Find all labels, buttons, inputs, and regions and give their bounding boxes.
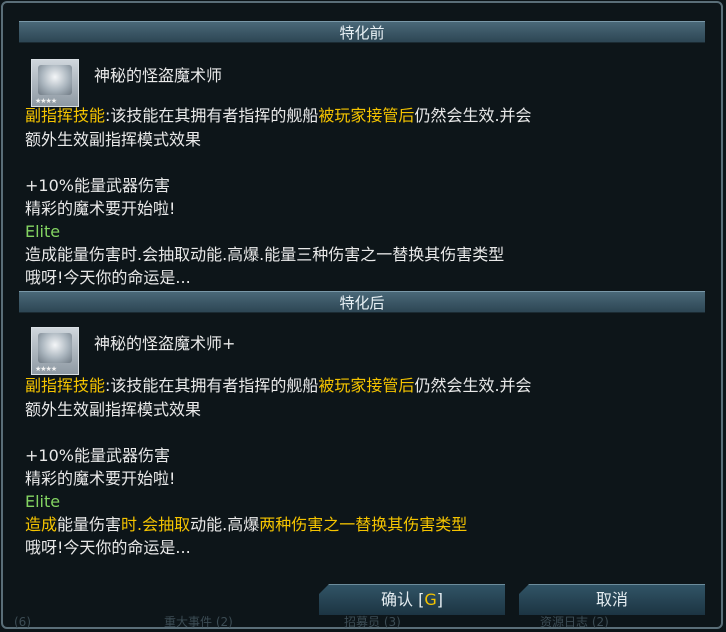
highlight-text: 被玩家接管后: [318, 106, 415, 125]
elite-label: Elite: [25, 222, 61, 241]
text-segment: 能量伤害: [57, 515, 122, 534]
background-tab-strip: (6) 重大事件 (2) 招募员 (3) 资源日志 (2): [8, 614, 716, 630]
flavor-line: 精彩的魔术要开始啦!: [25, 199, 176, 218]
elite-effect-line: 造成能量伤害时.会抽取动能.高爆两种伤害之一替换其伤害类型: [25, 513, 467, 537]
highlight-text: 被玩家接管后: [318, 376, 415, 395]
description-line: 副指挥技能:该技能在其拥有者指挥的舰船被玩家接管后仍然会生效.并会: [25, 104, 532, 128]
background-tab: 招募员 (3): [344, 615, 401, 629]
highlight-text: 副指挥技能: [25, 106, 106, 125]
background-tab: 重大事件 (2): [164, 615, 233, 629]
text-segment: 仍然会生效.并会: [414, 376, 532, 395]
highlight-text: 造成: [25, 515, 58, 534]
text-segment: 动能.高爆: [190, 515, 260, 534]
before-card: ★★★★ 神秘的怪盗魔术师 副指挥技能:该技能在其拥有者指挥的舰船被玩家接管后仍…: [19, 59, 705, 289]
description-line: 额外生效副指挥模式效果: [25, 400, 202, 419]
skill-name: 神秘的怪盗魔术师: [94, 66, 223, 85]
skill-portrait-icon: ★★★★: [31, 327, 79, 375]
elite-label: Elite: [25, 492, 61, 511]
confirm-button[interactable]: 确认 [G]: [319, 584, 505, 615]
bonus-line: +10%能量武器伤害: [25, 176, 170, 195]
after-card: ★★★★ 神秘的怪盗魔术师+ 副指挥技能:该技能在其拥有者指挥的舰船被玩家接管后…: [19, 327, 705, 567]
bonus-line: +10%能量武器伤害: [25, 446, 170, 465]
text-segment: :该技能在其拥有者指挥的舰船: [105, 106, 319, 125]
confirm-label: 确认 [: [381, 590, 425, 609]
text-segment: :该技能在其拥有者指挥的舰船: [105, 376, 319, 395]
skill-portrait-icon: ★★★★: [31, 59, 79, 107]
before-header: 特化前: [19, 21, 705, 43]
skill-name: 神秘的怪盗魔术师+: [94, 334, 236, 353]
flavor-line: 哦呀!今天你的命运是...: [25, 538, 191, 557]
highlight-text: 副指挥技能: [25, 376, 106, 395]
highlight-text: 时.会抽取: [121, 515, 191, 534]
after-header: 特化后: [19, 291, 705, 313]
description-line: 副指挥技能:该技能在其拥有者指挥的舰船被玩家接管后仍然会生效.并会: [25, 374, 532, 398]
background-tab: 资源日志 (2): [540, 615, 609, 629]
elite-effect-line: 造成能量伤害时.会抽取动能.高爆.能量三种伤害之一替换其伤害类型: [25, 245, 505, 264]
cancel-button[interactable]: 取消: [519, 584, 705, 615]
description-line: 额外生效副指挥模式效果: [25, 130, 202, 149]
hotkey-label: G: [424, 590, 437, 609]
flavor-line: 哦呀!今天你的命运是...: [25, 268, 191, 287]
text-segment: 仍然会生效.并会: [414, 106, 532, 125]
confirm-bracket: ]: [436, 590, 443, 609]
flavor-line: 精彩的魔术要开始啦!: [25, 469, 176, 488]
highlight-text: 两种伤害之一替换其伤害类型: [259, 515, 468, 534]
background-tab: (6): [14, 615, 31, 629]
